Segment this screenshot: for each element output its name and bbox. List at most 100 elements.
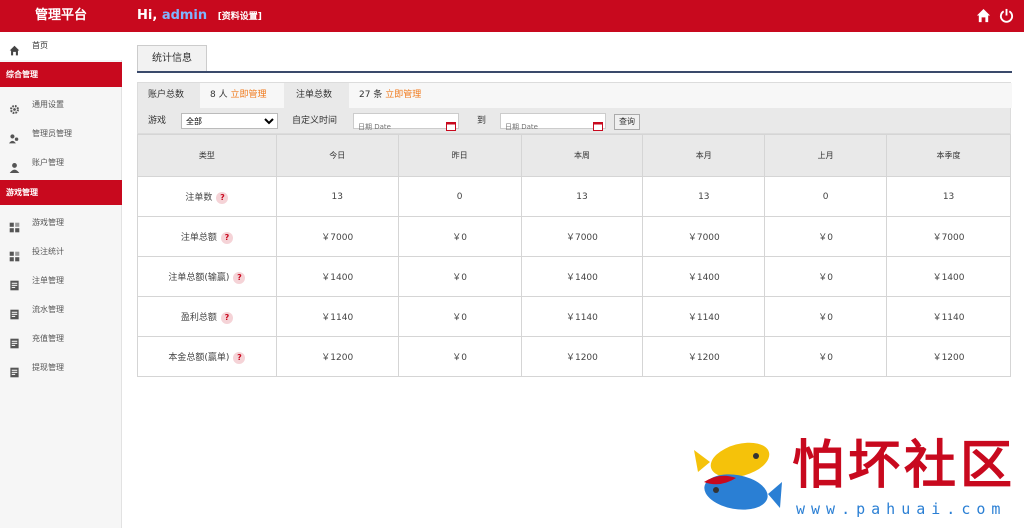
start-date-input[interactable]: [354, 120, 458, 134]
table-cell: ￥1200: [642, 336, 766, 377]
table-cell: 0: [397, 176, 522, 217]
help-icon[interactable]: ?: [233, 271, 246, 284]
greeting-text: Hi,: [137, 8, 158, 23]
sidebar-item-bet-statistics[interactable]: 投注统计: [0, 238, 122, 266]
row-label-cell: 盈利总额?: [137, 296, 277, 337]
table-cell: ￥1140: [520, 296, 644, 337]
table-cell: 13: [642, 176, 766, 217]
table-cell: ￥7000: [520, 216, 644, 257]
column-header: 今日: [275, 134, 399, 177]
table-row: 注单总额? ￥7000 ￥0 ￥7000 ￥7000 ￥0 ￥7000: [137, 216, 1011, 257]
table-cell: ￥0: [397, 336, 522, 377]
row-label: 本金总额(赢单): [168, 352, 230, 363]
row-label-cell: 注单总额?: [137, 216, 277, 257]
calendar-icon[interactable]: [593, 116, 603, 131]
table-cell: 0: [764, 176, 888, 217]
column-header: 类型: [137, 134, 277, 177]
sidebar-item-withdrawal[interactable]: 提现管理: [0, 354, 122, 382]
sidebar-item-general-settings[interactable]: 通用设置: [0, 91, 122, 119]
table-cell: 13: [275, 176, 399, 217]
accounts-summary: 8 人 立即管理: [200, 83, 284, 108]
table-cell: ￥1200: [886, 336, 1011, 377]
table-cell: ￥1200: [275, 336, 399, 377]
grid-icon: [9, 217, 20, 233]
sidebar-item-account-management[interactable]: 账户管理: [0, 149, 122, 177]
game-select[interactable]: 全部: [181, 113, 278, 129]
sidebar-item-home[interactable]: 首页: [0, 32, 122, 60]
doc-icon: [9, 275, 20, 291]
bets-manage-link[interactable]: 立即管理: [385, 90, 421, 100]
calendar-icon[interactable]: [446, 116, 456, 131]
table-cell: ￥0: [764, 336, 888, 377]
tab-bar: 统计信息: [137, 45, 1012, 73]
watermark: 怕坏社区 www.pahuai.com: [690, 432, 1020, 524]
column-header: 上月: [764, 134, 888, 177]
to-label: 到: [477, 116, 487, 126]
sidebar-item-admin-management[interactable]: 管理员管理: [0, 120, 122, 148]
bets-label: 注单总数: [296, 90, 333, 100]
help-icon[interactable]: ?: [216, 191, 229, 204]
sidebar-item-turnover[interactable]: 流水管理: [0, 296, 122, 324]
game-label: 游戏: [148, 116, 167, 126]
table-row: 注单总额(输赢)? ￥1400 ￥0 ￥1400 ￥1400 ￥0 ￥1400: [137, 256, 1011, 297]
greeting: Hi, admin [资料设置]: [137, 0, 262, 32]
sidebar-item-label: 游戏管理: [32, 218, 64, 227]
table-cell: ￥1400: [642, 256, 766, 297]
home-icon: [9, 40, 20, 56]
row-label: 注单总额: [180, 232, 217, 243]
help-icon[interactable]: ?: [220, 231, 233, 244]
watermark-title: 怕坏社区: [792, 435, 1017, 496]
table-cell: ￥0: [397, 296, 522, 337]
sidebar-group-general[interactable]: 综合管理: [0, 62, 122, 87]
gear-icon: [9, 99, 20, 114]
username-link[interactable]: admin: [162, 8, 207, 23]
tab-statistics[interactable]: 统计信息: [137, 45, 207, 71]
sidebar-item-bet-orders[interactable]: 注单管理: [0, 267, 122, 295]
table-cell: ￥7000: [642, 216, 766, 257]
table-cell: ￥1200: [520, 336, 644, 377]
top-icons: [976, 8, 1014, 23]
filter-row: 游戏 全部 自定义时间 到 查询: [138, 109, 1012, 134]
sidebar-item-label: 账户管理: [32, 158, 64, 167]
bets-value: 27 条: [359, 90, 383, 100]
table-cell: ￥0: [764, 256, 888, 297]
doc-icon: [9, 362, 20, 378]
filter-panel: 账户总数 8 人 立即管理 注单总数 27 条 立即管理 游戏 全部 自定义时间…: [137, 82, 1012, 134]
table-row: 本金总额(赢单)? ￥1200 ￥0 ￥1200 ￥1200 ￥0 ￥1200: [137, 336, 1011, 377]
row-label: 注单总额(输赢): [168, 272, 230, 283]
home-icon[interactable]: [976, 8, 991, 23]
app-title: 管理平台: [34, 8, 87, 23]
table-cell: ￥1140: [886, 296, 1011, 337]
help-icon[interactable]: ?: [233, 351, 246, 364]
table-cell: ￥0: [397, 256, 522, 297]
start-date-field[interactable]: [353, 113, 459, 134]
doc-icon: [9, 304, 20, 320]
statistics-table: 类型 今日 昨日 本周 本月 上月 本季度 注单数? 13 0 13 13 0 …: [137, 134, 1011, 377]
grid-icon: [9, 246, 20, 262]
sidebar-group-game[interactable]: 游戏管理: [0, 180, 122, 205]
table-cell: ￥1400: [886, 256, 1011, 297]
table-row: 盈利总额? ￥1140 ￥0 ￥1140 ￥1140 ￥0 ￥1140: [137, 296, 1011, 337]
row-label-cell: 注单数?: [137, 176, 277, 217]
sidebar-item-label: 投注统计: [32, 247, 64, 256]
summary-row: 账户总数 8 人 立即管理 注单总数 27 条 立即管理: [138, 83, 1012, 108]
power-icon[interactable]: [999, 8, 1014, 23]
bets-summary: 27 条 立即管理: [349, 83, 1012, 108]
accounts-manage-link[interactable]: 立即管理: [230, 90, 266, 100]
table-cell: ￥0: [764, 216, 888, 257]
row-label: 注单数: [185, 192, 213, 203]
column-header: 本月: [642, 134, 766, 177]
fish-logo-icon: [690, 432, 782, 524]
profile-settings-link[interactable]: [资料设置]: [218, 12, 262, 22]
table-cell: ￥1140: [275, 296, 399, 337]
sidebar-item-game-management[interactable]: 游戏管理: [0, 209, 122, 237]
sidebar-item-label: 提现管理: [32, 363, 64, 372]
query-button[interactable]: 查询: [614, 114, 640, 130]
sidebar-item-label: 管理员管理: [32, 129, 72, 138]
help-icon[interactable]: ?: [220, 311, 233, 324]
end-date-input[interactable]: [501, 120, 605, 134]
end-date-field[interactable]: [500, 113, 606, 134]
sidebar-item-recharge[interactable]: 充值管理: [0, 325, 122, 353]
custom-time-label: 自定义时间: [292, 116, 338, 126]
column-header: 本周: [520, 134, 644, 177]
